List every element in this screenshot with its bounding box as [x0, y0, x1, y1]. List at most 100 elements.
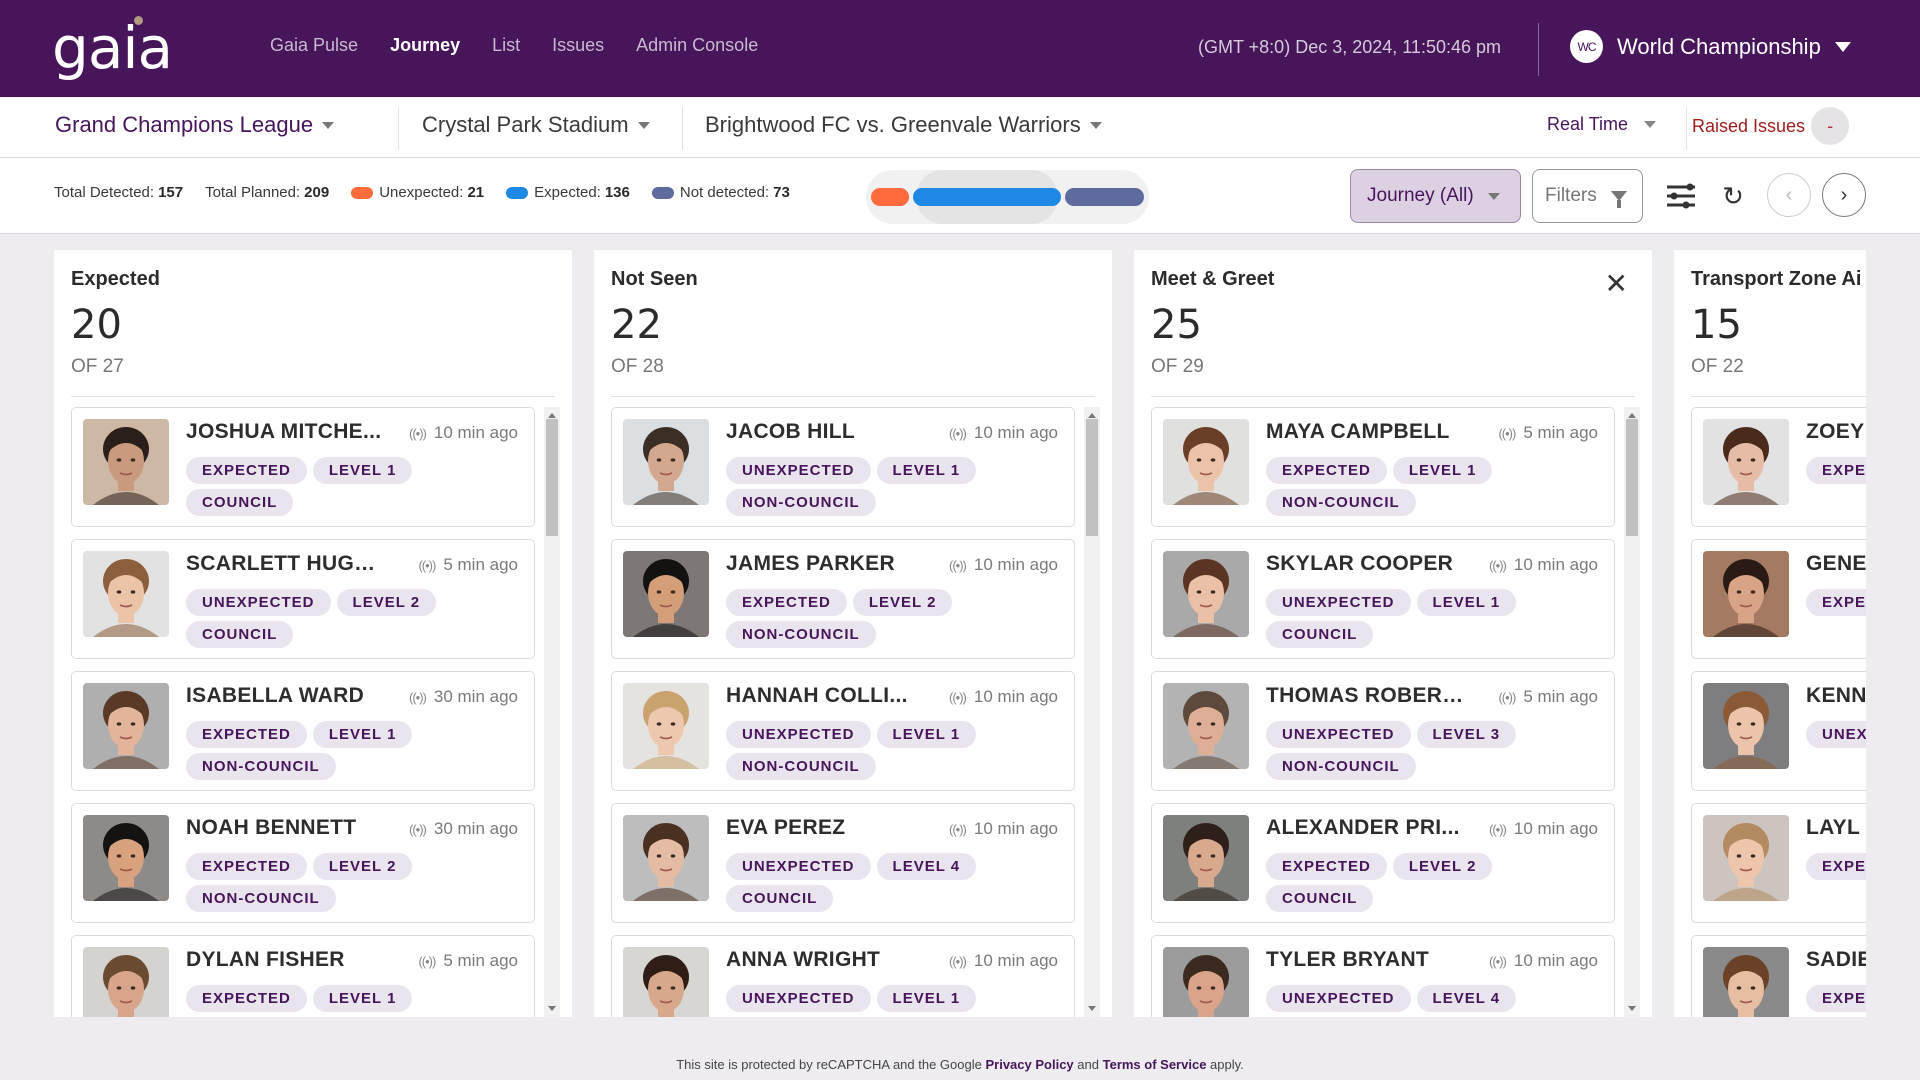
close-column-button[interactable]: ✕ — [1605, 270, 1628, 298]
avatar — [83, 947, 169, 1017]
person-name: TYLER BRYANT — [1266, 948, 1430, 971]
last-seen-time: 5 min ago — [1523, 687, 1598, 706]
terms-of-service-link[interactable]: Terms of Service — [1103, 1057, 1207, 1072]
person-card[interactable]: JOSHUA MITCHE... ((•)) 10 min ago EXPECTED L… — [71, 407, 535, 527]
scroll-up-arrow-icon[interactable] — [548, 413, 556, 418]
league-selector[interactable]: Grand Champions League — [55, 112, 335, 138]
person-card[interactable]: ALEXANDER PRI... ((•)) 10 min ago EXPECTED L… — [1151, 803, 1615, 923]
nav-item-journey[interactable]: Journey — [390, 30, 460, 60]
column-scrollbar[interactable] — [1084, 407, 1100, 1017]
scrollbar-thumb[interactable] — [546, 419, 558, 536]
time-mode-selector[interactable]: Real Time — [1547, 114, 1657, 135]
column-title: Expected — [71, 268, 160, 290]
person-name: ALEXANDER PRI... — [1266, 816, 1460, 839]
event-selector[interactable]: WC World Championship — [1570, 30, 1851, 63]
scrollbar-thumb[interactable] — [1086, 419, 1098, 536]
person-card[interactable]: MAYA CAMPBELL ((•)) 5 min ago EXPECTED LEVEL… — [1151, 407, 1615, 527]
filters-button[interactable]: Filters — [1532, 169, 1643, 223]
journey-filter-dropdown[interactable]: Journey (All) — [1350, 169, 1521, 223]
avatar — [1163, 419, 1249, 505]
legend-item: Unexpected: 21 — [351, 184, 484, 201]
person-card[interactable]: ANNA WRIGHT ((•)) 10 min ago UNEXPECTED LEVE… — [611, 935, 1075, 1017]
scrollbar-thumb[interactable] — [1626, 419, 1638, 536]
person-name: GENE — [1806, 552, 1866, 575]
scroll-down-arrow-icon[interactable] — [1628, 1006, 1636, 1011]
person-card[interactable]: ISABELLA WARD ((•)) 30 min ago EXPECTED LEVE… — [71, 671, 535, 791]
person-name: SCARLETT HUGH... — [186, 552, 386, 575]
previous-page-button[interactable]: ‹ — [1767, 173, 1811, 217]
sliders-icon — [1667, 183, 1695, 209]
nav-item-list[interactable]: List — [492, 30, 520, 60]
scroll-down-arrow-icon[interactable] — [1088, 1006, 1096, 1011]
person-card[interactable]: SKYLAR COOPER ((•)) 10 min ago UNEXPECTED LE… — [1151, 539, 1615, 659]
person-card[interactable]: KENN UNEXCOUN — [1691, 671, 1866, 791]
refresh-button[interactable]: ↻ — [1715, 178, 1751, 214]
legend-label: Expected: — [534, 184, 601, 201]
person-card[interactable]: THOMAS ROBERTS ((•)) 5 min ago UNEXPECTED LE… — [1151, 671, 1615, 791]
status-tag: UNEXPECTED — [186, 589, 331, 616]
tag-list: UNEXPECTED LEVEL 1 COUNCIL — [1266, 589, 1586, 648]
avatar-image — [623, 683, 709, 769]
column-count: 22 — [611, 302, 662, 348]
status-tag: UNEXPECTED — [726, 721, 871, 748]
column-scrollbar[interactable] — [1624, 407, 1640, 1017]
avatar — [1163, 947, 1249, 1017]
gaia-logo[interactable]: gaia — [52, 12, 187, 84]
tag-list: EXPECOUN — [1806, 853, 1866, 880]
avatar — [1163, 815, 1249, 901]
journey-column: Meet & Greet 25 OF 29 ✕ MAYA CAMPBELL ((•)) 5… — [1134, 250, 1652, 1017]
legend-label: Not detected: — [679, 184, 770, 201]
tag-list: UNEXPECTED LEVEL 4 — [1266, 985, 1586, 1012]
scroll-down-arrow-icon[interactable] — [548, 1006, 556, 1011]
person-card[interactable]: DYLAN FISHER ((•)) 5 min ago EXPECTED LEVEL … — [71, 935, 535, 1017]
caret-down-icon — [637, 121, 650, 129]
scroll-up-arrow-icon[interactable] — [1088, 413, 1096, 418]
nav-item-admin-console[interactable]: Admin Console — [636, 30, 758, 60]
broadcast-signal-icon: ((•)) — [949, 953, 967, 969]
nav-item-gaia-pulse[interactable]: Gaia Pulse — [270, 30, 358, 60]
person-card[interactable]: HANNAH COLLI... ((•)) 10 min ago UNEXPECTED… — [611, 671, 1075, 791]
nav-item-issues[interactable]: Issues — [552, 30, 604, 60]
status-tag: LEVEL 1 — [312, 985, 413, 1012]
adjust-settings-button[interactable] — [1663, 178, 1699, 214]
column-title: Transport Zone Ai — [1691, 268, 1862, 290]
total-planned-label: Total Planned: — [205, 184, 301, 201]
privacy-policy-link[interactable]: Privacy Policy — [985, 1057, 1073, 1072]
column-divider — [71, 396, 555, 397]
avatar — [83, 419, 169, 505]
stats-summary: Total Detected: 157 Total Planned: 209 U… — [54, 184, 812, 201]
tag-list: EXPENON- — [1806, 589, 1866, 616]
person-name: SADIE — [1806, 948, 1866, 971]
next-page-button[interactable]: › — [1822, 173, 1866, 217]
caret-down-icon — [1834, 41, 1851, 52]
venue-selector[interactable]: Crystal Park Stadium — [422, 112, 650, 138]
person-card[interactable]: GENE EXPENON- — [1691, 539, 1866, 659]
match-selector[interactable]: Brightwood FC vs. Greenvale Warriors — [705, 112, 1102, 138]
broadcast-signal-icon: ((•)) — [1489, 557, 1507, 573]
scroll-up-arrow-icon[interactable] — [1628, 413, 1636, 418]
person-card[interactable]: SADIE EXPE — [1691, 935, 1866, 1017]
tag-list: EXPECTED LEVEL 2 COUNCIL — [1266, 853, 1586, 912]
league-selector-label: Grand Champions League — [55, 112, 314, 137]
person-card[interactable]: SCARLETT HUGH... ((•)) 5 min ago UNEXPECTED… — [71, 539, 535, 659]
status-tag: LEVEL 2 — [336, 589, 437, 616]
column-scrollbar[interactable] — [544, 407, 560, 1017]
venue-selector-label: Crystal Park Stadium — [422, 112, 629, 137]
person-card[interactable]: TYLER BRYANT ((•)) 10 min ago UNEXPECTED LEV… — [1151, 935, 1615, 1017]
main-nav: Gaia Pulse Journey List Issues Admin Console — [270, 30, 790, 60]
status-tag: LEVEL 2 — [312, 853, 413, 880]
person-card[interactable]: LAYL EXPECOUN — [1691, 803, 1866, 923]
person-card[interactable]: NOAH BENNETT ((•)) 30 min ago EXPECTED LEVEL… — [71, 803, 535, 923]
person-card[interactable]: JACOB HILL ((•)) 10 min ago UNEXPECTED LEVEL… — [611, 407, 1075, 527]
avatar-image — [1163, 683, 1249, 769]
person-card[interactable]: JAMES PARKER ((•)) 10 min ago EXPECTED LEVEL… — [611, 539, 1075, 659]
broadcast-signal-icon: ((•)) — [1489, 953, 1507, 969]
status-tag: UNEXPECTED — [1266, 721, 1411, 748]
person-card[interactable]: EVA PEREZ ((•)) 10 min ago UNEXPECTED LEVEL … — [611, 803, 1075, 923]
raised-issues-button[interactable]: Raised Issues - — [1692, 107, 1850, 145]
person-card[interactable]: ZOEY EXPECOUN — [1691, 407, 1866, 527]
column-count: 25 — [1151, 302, 1202, 348]
refresh-icon: ↻ — [1722, 180, 1744, 211]
caret-down-icon — [1487, 192, 1500, 200]
status-tag: LEVEL 2 — [1392, 853, 1493, 880]
